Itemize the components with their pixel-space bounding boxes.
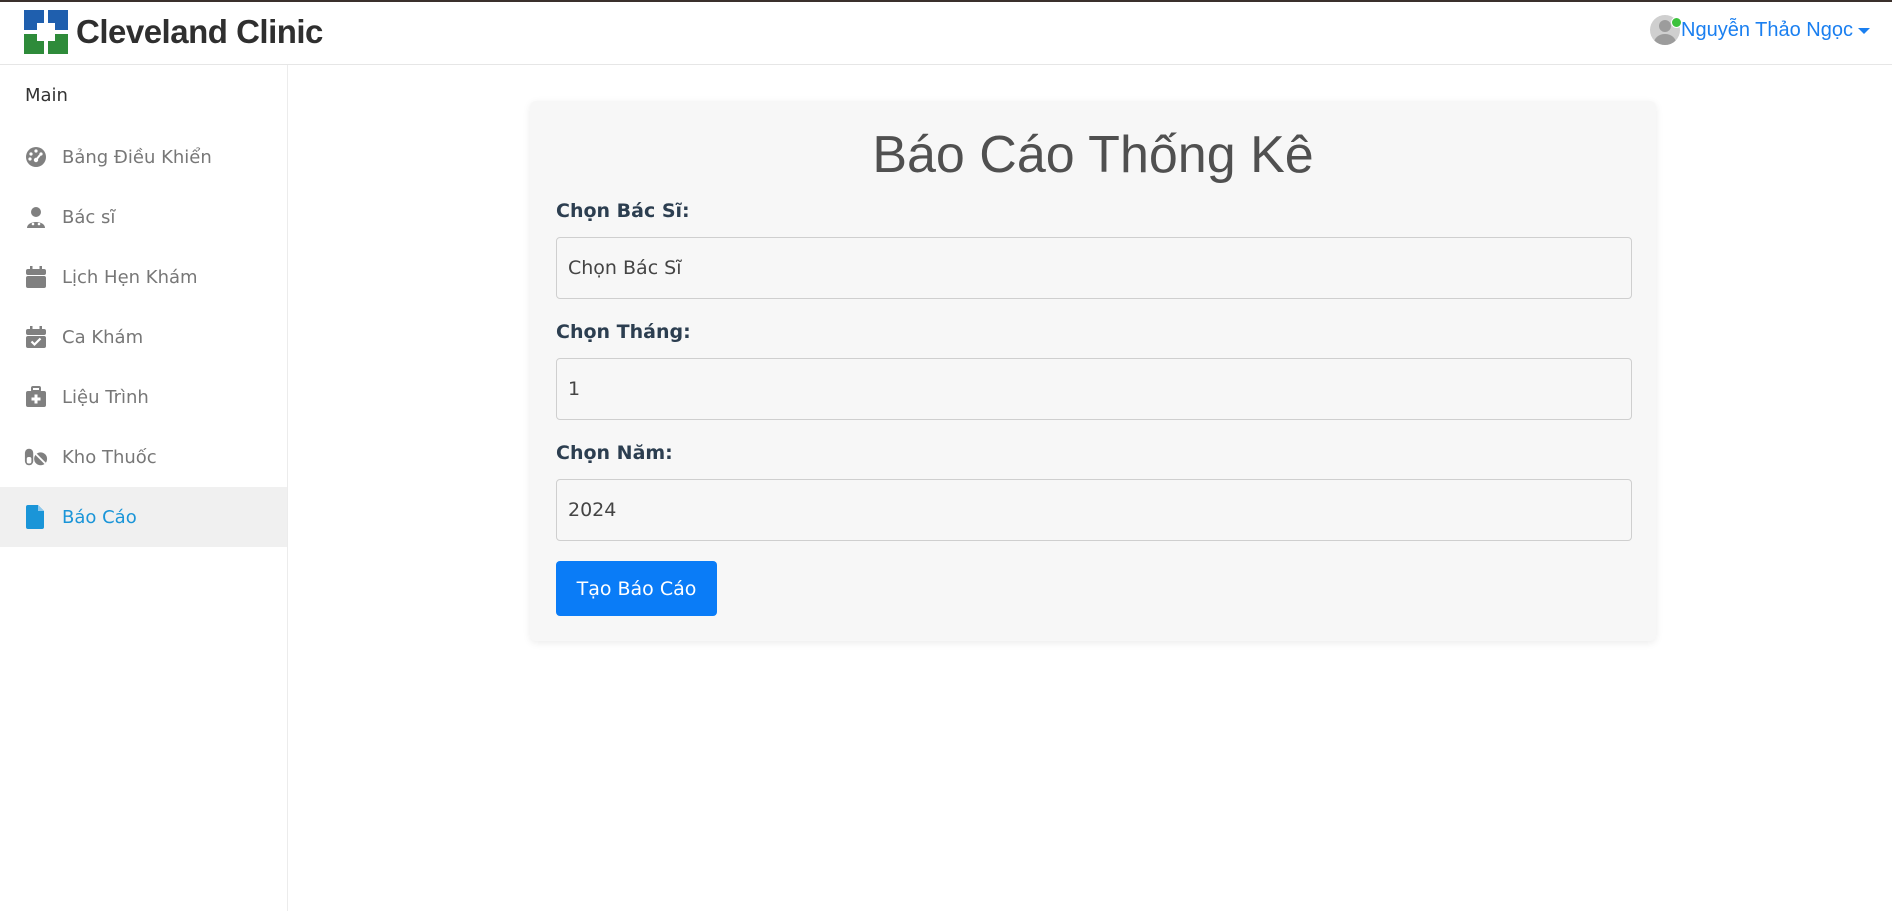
- sidebar-item-label: Kho Thuốc: [62, 446, 157, 468]
- pills-icon: [24, 445, 48, 469]
- sidebar-item-pharmacy[interactable]: Kho Thuốc: [0, 427, 287, 487]
- sidebar: Main Bảng Điều Khiển Bác sĩ Lịch Hẹn Khá…: [0, 65, 288, 911]
- generate-report-button[interactable]: Tạo Báo Cáo: [556, 561, 717, 616]
- sidebar-item-treatments[interactable]: Liệu Trình: [0, 367, 287, 427]
- month-input[interactable]: 1: [556, 358, 1632, 420]
- doctor-select-value: Chọn Bác Sĩ: [568, 257, 682, 279]
- month-input-value: 1: [568, 378, 581, 400]
- report-form-card: Báo Cáo Thống Kê Chọn Bác Sĩ: Chọn Bác S…: [530, 101, 1656, 641]
- dashboard-icon: [24, 145, 48, 169]
- clinic-logo[interactable]: Cleveland Clinic: [24, 10, 323, 54]
- sidebar-item-label: Ca Khám: [62, 326, 144, 348]
- doctor-select-label: Chọn Bác Sĩ:: [556, 200, 690, 222]
- file-icon: [24, 505, 48, 529]
- page-title: Báo Cáo Thống Kê: [872, 126, 1314, 184]
- sidebar-item-label: Liệu Trình: [62, 386, 149, 408]
- sidebar-item-label: Bác sĩ: [62, 206, 116, 228]
- sidebar-section-title: Main: [25, 85, 68, 106]
- sidebar-menu: Bảng Điều Khiển Bác sĩ Lịch Hẹn Khám Ca …: [0, 127, 287, 547]
- cleveland-clinic-logo-icon: [24, 10, 68, 54]
- year-input[interactable]: 2024: [556, 479, 1632, 541]
- sidebar-item-doctors[interactable]: Bác sĩ: [0, 187, 287, 247]
- calendar-check-icon: [24, 325, 48, 349]
- year-input-label: Chọn Năm:: [556, 442, 673, 464]
- online-status-icon: [1671, 17, 1683, 28]
- sidebar-item-shifts[interactable]: Ca Khám: [0, 307, 287, 367]
- sidebar-item-label: Báo Cáo: [62, 506, 137, 528]
- sidebar-item-appointments[interactable]: Lịch Hẹn Khám: [0, 247, 287, 307]
- month-input-label: Chọn Tháng:: [556, 321, 691, 343]
- user-menu[interactable]: Nguyễn Thảo Ngọc: [1650, 15, 1870, 45]
- sidebar-item-label: Lịch Hẹn Khám: [62, 266, 198, 288]
- doctor-icon: [24, 205, 48, 229]
- top-navbar: Cleveland Clinic Nguyễn Thảo Ngọc: [0, 2, 1892, 65]
- sidebar-item-reports[interactable]: Báo Cáo: [0, 487, 287, 547]
- logo-text: Cleveland Clinic: [76, 13, 323, 50]
- sidebar-item-dashboard[interactable]: Bảng Điều Khiển: [0, 127, 287, 187]
- caret-down-icon[interactable]: [1858, 28, 1870, 34]
- doctor-select[interactable]: Chọn Bác Sĩ: [556, 237, 1632, 299]
- year-input-value: 2024: [568, 499, 617, 521]
- user-name[interactable]: Nguyễn Thảo Ngọc: [1681, 19, 1853, 42]
- sidebar-item-label: Bảng Điều Khiển: [62, 146, 212, 168]
- calendar-icon: [24, 265, 48, 289]
- medical-kit-icon: [24, 385, 48, 409]
